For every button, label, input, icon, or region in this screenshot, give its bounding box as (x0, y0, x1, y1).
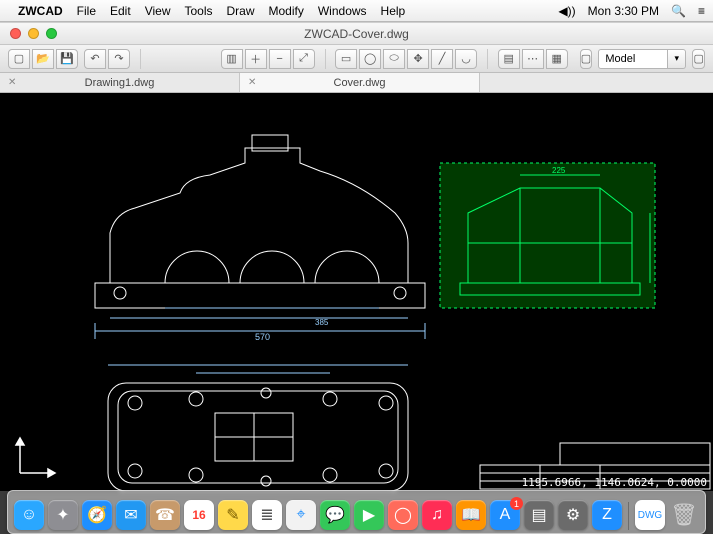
tool-ellipse[interactable]: ⬭ (383, 49, 405, 69)
save-button[interactable]: 💾 (56, 49, 78, 69)
menu-help[interactable]: Help (381, 4, 406, 18)
dock-ibooks[interactable]: 📖 (456, 500, 486, 530)
dock-photobooth[interactable]: ◯ (388, 500, 418, 530)
new-button[interactable]: ▢ (8, 49, 30, 69)
menu-windows[interactable]: Windows (318, 4, 367, 18)
dock-divider (628, 502, 629, 530)
app-menu[interactable]: ZWCAD (18, 4, 63, 18)
tool-circle[interactable]: ◯ (359, 49, 381, 69)
toolbar-separator (325, 49, 326, 69)
toolbar-separator (140, 49, 141, 69)
tab-label: Cover.dwg (334, 77, 386, 89)
dock: ☺ ✦ 🧭 ✉ ☎ 16 ✎ ≣ ⌖ 💬 ▶ ◯ ♫ 📖 A ▤ ⚙ Z DWG… (0, 490, 713, 534)
dock-finder[interactable]: ☺ (14, 500, 44, 530)
layout-next-button[interactable]: ▢ (692, 49, 705, 69)
zoom-extents-button[interactable]: ⤢ (293, 49, 315, 69)
dock-launchpad[interactable]: ✦ (48, 500, 78, 530)
tab-label: Drawing1.dwg (85, 77, 155, 89)
tab-drawing1[interactable]: ✕ Drawing1.dwg (0, 73, 240, 92)
svg-text:225: 225 (552, 166, 566, 175)
close-tab-icon[interactable]: ✕ (8, 77, 16, 88)
dock-mail[interactable]: ✉ (116, 500, 146, 530)
redo-button[interactable]: ↷ (108, 49, 130, 69)
dock-contacts[interactable]: ☎ (150, 500, 180, 530)
tool-arc[interactable]: ◡ (455, 49, 477, 69)
dock-trash[interactable]: 🗑 (669, 500, 699, 530)
dock-facetime[interactable]: ▶ (354, 500, 384, 530)
zoom-in-button[interactable]: ＋ (245, 49, 267, 69)
status-coordinates: 1195.6966, 1146.0624, 0.0000 (522, 476, 707, 489)
menu-edit[interactable]: Edit (110, 4, 131, 18)
mac-menubar: ZWCAD File Edit View Tools Draw Modify W… (0, 0, 713, 22)
window-titlebar: ZWCAD-Cover.dwg (0, 23, 713, 45)
dock-appstore[interactable]: A (490, 500, 520, 530)
tool-move[interactable]: ✥ (407, 49, 429, 69)
zoom-out-button[interactable]: − (269, 49, 291, 69)
layout-select-toggle[interactable]: ▾ (668, 49, 686, 69)
dock-sysprefs[interactable]: ⚙ (558, 500, 588, 530)
svg-text:385: 385 (315, 318, 329, 327)
layer-button[interactable]: ▤ (498, 49, 520, 69)
dock-itunes[interactable]: ♫ (422, 500, 452, 530)
properties-button[interactable]: ⋯ (522, 49, 544, 69)
layout-select[interactable]: Model (598, 49, 668, 69)
dock-calendar[interactable]: 16 (184, 500, 214, 530)
tool-rectangle[interactable]: ▭ (335, 49, 357, 69)
layout-prev-button[interactable]: ▢ (580, 49, 593, 69)
dock-safari[interactable]: 🧭 (82, 500, 112, 530)
undo-button[interactable]: ↶ (84, 49, 106, 69)
block-button[interactable]: ▦ (546, 49, 568, 69)
tool-line[interactable]: ╱ (431, 49, 453, 69)
cad-drawing: 570 385 (0, 93, 713, 491)
drawing-canvas[interactable]: 570 385 (0, 93, 713, 491)
notification-center-icon[interactable]: ≡ (698, 4, 705, 18)
menu-tools[interactable]: Tools (184, 4, 212, 18)
layout-select-value: Model (605, 53, 635, 65)
menu-modify[interactable]: Modify (269, 4, 304, 18)
window-title: ZWCAD-Cover.dwg (0, 27, 713, 41)
dock-reminders[interactable]: ≣ (252, 500, 282, 530)
dock-maps[interactable]: ⌖ (286, 500, 316, 530)
dock-messages[interactable]: 💬 (320, 500, 350, 530)
volume-icon[interactable]: ◀︎)) (558, 4, 575, 18)
toolbar-separator (487, 49, 488, 69)
menu-file[interactable]: File (77, 4, 96, 18)
match-properties-button[interactable]: ▥ (221, 49, 243, 69)
menu-view[interactable]: View (145, 4, 171, 18)
main-toolbar: ▢ 📂 💾 ↶ ↷ ▥ ＋ − ⤢ ▭ ◯ ⬭ ✥ ╱ ◡ ▤ ⋯ ▦ (0, 45, 713, 73)
menu-draw[interactable]: Draw (227, 4, 255, 18)
close-tab-icon[interactable]: ✕ (248, 77, 256, 88)
open-button[interactable]: 📂 (32, 49, 54, 69)
clock[interactable]: Mon 3:30 PM (588, 4, 659, 18)
app-window: ZWCAD-Cover.dwg ▢ 📂 💾 ↶ ↷ ▥ ＋ − ⤢ ▭ ◯ ⬭ … (0, 22, 713, 490)
dock-preview[interactable]: ▤ (524, 500, 554, 530)
dock-dwg-doc[interactable]: DWG (635, 500, 665, 530)
dock-zwcad[interactable]: Z (592, 500, 622, 530)
dim-overall-width: 570 (255, 332, 270, 342)
document-tabs: ✕ Drawing1.dwg ✕ Cover.dwg (0, 73, 713, 93)
dock-notes[interactable]: ✎ (218, 500, 248, 530)
spotlight-icon[interactable]: 🔍 (671, 4, 686, 18)
tab-cover[interactable]: ✕ Cover.dwg (240, 73, 480, 92)
